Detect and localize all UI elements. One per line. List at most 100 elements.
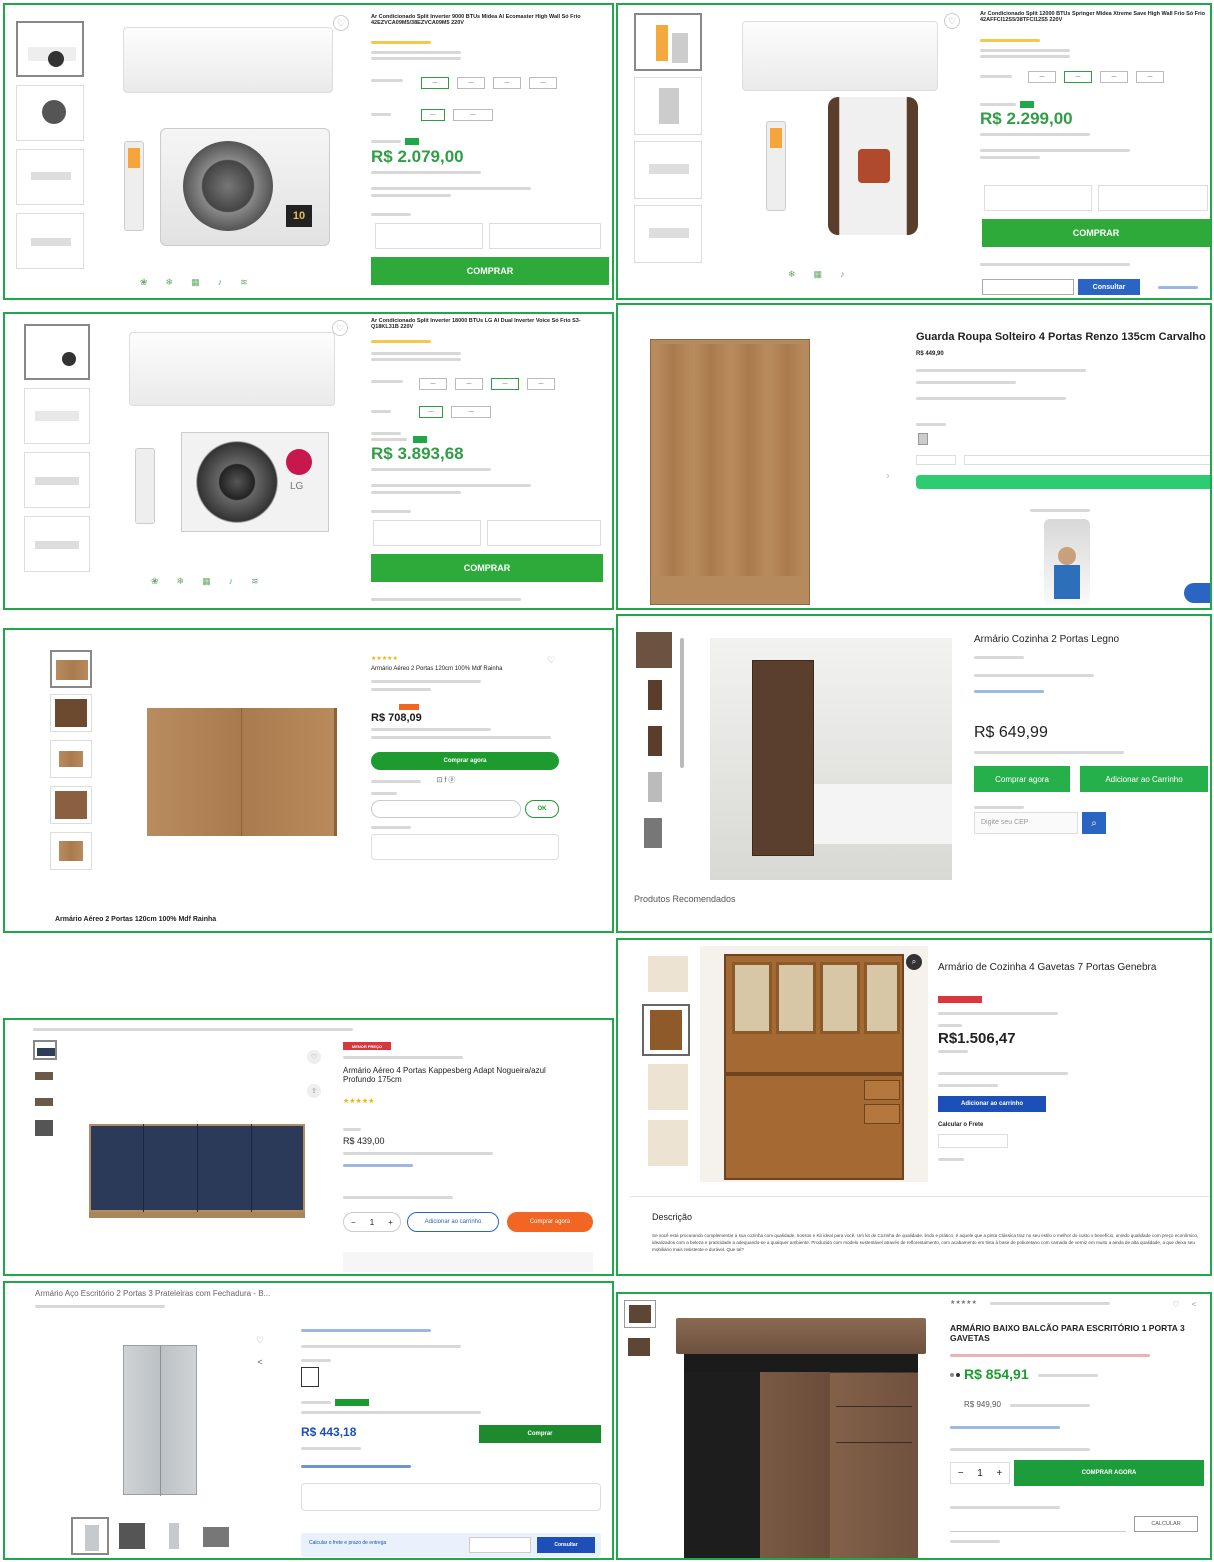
thumbnail-4[interactable] [16,213,84,269]
consult-button[interactable]: Consultar [537,1537,595,1553]
cep-input[interactable] [964,455,1210,465]
quantity-stepper[interactable]: − 1 + [950,1462,1010,1484]
cep-input[interactable] [938,1134,1008,1148]
decrease-button[interactable]: − [958,1468,964,1479]
thumbnail-2[interactable] [642,1004,690,1056]
search-icon[interactable]: ⌕ [1082,812,1106,834]
thumbnail-1[interactable] [634,630,674,670]
cep-input[interactable]: Digite seu CEP [974,812,1078,834]
buy-button[interactable]: Comprar [479,1425,601,1443]
thumbnail-1[interactable] [50,650,92,688]
mode-option-cold[interactable]: — [419,406,443,418]
favorite-icon[interactable]: ♡ [1170,1298,1182,1310]
add-to-cart-button[interactable]: Adicionar ao carrinho [938,1096,1046,1112]
btu-option-9000[interactable]: — [419,378,447,390]
thumbnail-1[interactable] [24,324,90,380]
thumbnail-5[interactable] [50,832,92,870]
thumbnail-1[interactable] [624,1300,656,1328]
thumbnail-4[interactable] [197,1517,235,1555]
kit-option-2[interactable] [487,520,601,546]
thumbnail-5[interactable] [634,814,674,854]
thumbnail-scrollbar[interactable] [680,638,684,768]
btu-option-18000[interactable]: — [493,77,521,89]
buy-button[interactable] [916,475,1210,489]
btu-option-9000[interactable]: — [421,77,449,89]
increase-button[interactable]: + [388,1218,393,1227]
thumbnail-2[interactable] [33,1066,57,1086]
thumbnail-2[interactable] [50,694,92,732]
btu-option-18000[interactable]: — [491,378,519,390]
seller-video-thumbnail[interactable] [1044,519,1090,605]
thumbnail-1[interactable] [648,956,688,992]
share-icons[interactable]: ⊡ f ⓟ [429,775,463,785]
buy-button[interactable]: COMPRAR [371,554,603,582]
kit-option-2[interactable] [1098,185,1208,211]
thumbnail-4[interactable] [634,205,702,263]
mode-option-hot-cold[interactable]: — [451,406,491,418]
thumbnail-3[interactable] [155,1517,193,1555]
kit-option-2[interactable] [489,223,601,249]
thumbnail-4[interactable] [50,786,92,824]
cep-input[interactable] [982,279,1074,295]
thumbnail-4[interactable] [24,516,90,572]
kit-option-1[interactable] [373,520,481,546]
thumbnail-3[interactable] [33,1092,57,1112]
share-icon[interactable]: ⇪ [307,1084,321,1098]
btu-option-24000[interactable]: — [527,378,555,390]
thumbnail-1[interactable] [33,1040,57,1060]
mode-option-cold[interactable]: — [421,109,445,121]
btu-option-12000[interactable]: — [1064,71,1092,83]
favorite-heart-icon[interactable]: ♡ [944,13,960,29]
thumbnail-4[interactable] [648,1120,688,1166]
thumbnail-4[interactable] [634,768,674,808]
cep-input[interactable] [950,1516,1126,1532]
thumbnail-2[interactable] [634,77,702,135]
thumbnail-1[interactable] [634,13,702,71]
cep-input[interactable] [371,800,521,818]
btu-option-24000[interactable]: — [529,77,557,89]
buy-button[interactable]: COMPRAR [982,219,1210,247]
btu-option-24000[interactable]: — [1136,71,1164,83]
buy-now-button[interactable]: Comprar agora [507,1212,593,1232]
color-swatch[interactable] [918,433,928,445]
consult-button[interactable]: Consultar [1078,279,1140,295]
thumbnail-2[interactable] [624,1334,656,1362]
increase-button[interactable]: + [996,1468,1002,1479]
cep-input[interactable] [469,1537,531,1553]
thumbnail-2[interactable] [16,85,84,141]
favorite-heart-icon[interactable]: ♡ [545,654,557,666]
kit-option-1[interactable] [375,223,483,249]
thumbnail-3[interactable] [648,1064,688,1110]
thumbnail-2[interactable] [113,1517,151,1555]
buy-now-button[interactable]: COMPRAR AGORA [1014,1460,1204,1486]
btu-option-12000[interactable]: — [455,378,483,390]
thumbnail-3[interactable] [634,141,702,199]
zoom-icon[interactable]: ⌕ [906,954,922,970]
thumbnail-2[interactable] [24,388,90,444]
buy-now-button[interactable]: Comprar agora [974,766,1070,792]
thumbnail-3[interactable] [16,149,84,205]
btu-option-12000[interactable]: — [457,77,485,89]
thumbnail-4[interactable] [33,1118,57,1138]
thumbnail-3[interactable] [50,740,92,778]
favorite-icon[interactable]: ♡ [307,1050,321,1064]
next-arrow-icon[interactable]: › [882,469,894,481]
thumbnail-3[interactable] [634,722,674,762]
decrease-button[interactable]: − [351,1218,356,1227]
kit-option-1[interactable] [984,185,1092,211]
cep-ok-button[interactable]: OK [525,800,559,818]
favorite-heart-icon[interactable]: ♡ [333,15,349,31]
thumbnail-1[interactable] [16,21,84,77]
quantity-stepper[interactable] [916,455,956,465]
chat-bubble-icon[interactable] [1184,583,1210,603]
share-icon[interactable]: < [1188,1298,1200,1310]
btu-option-18000[interactable]: — [1100,71,1128,83]
favorite-icon[interactable]: ♡ [253,1333,267,1347]
quantity-stepper[interactable]: − 1 + [343,1212,401,1232]
thumbnail-2[interactable] [634,676,674,716]
share-icon[interactable]: < [253,1355,267,1369]
buy-button[interactable]: COMPRAR [371,257,609,285]
calculate-button[interactable]: CALCULAR [1134,1516,1198,1532]
btu-option-9000[interactable]: — [1028,71,1056,83]
color-option[interactable] [301,1367,319,1387]
